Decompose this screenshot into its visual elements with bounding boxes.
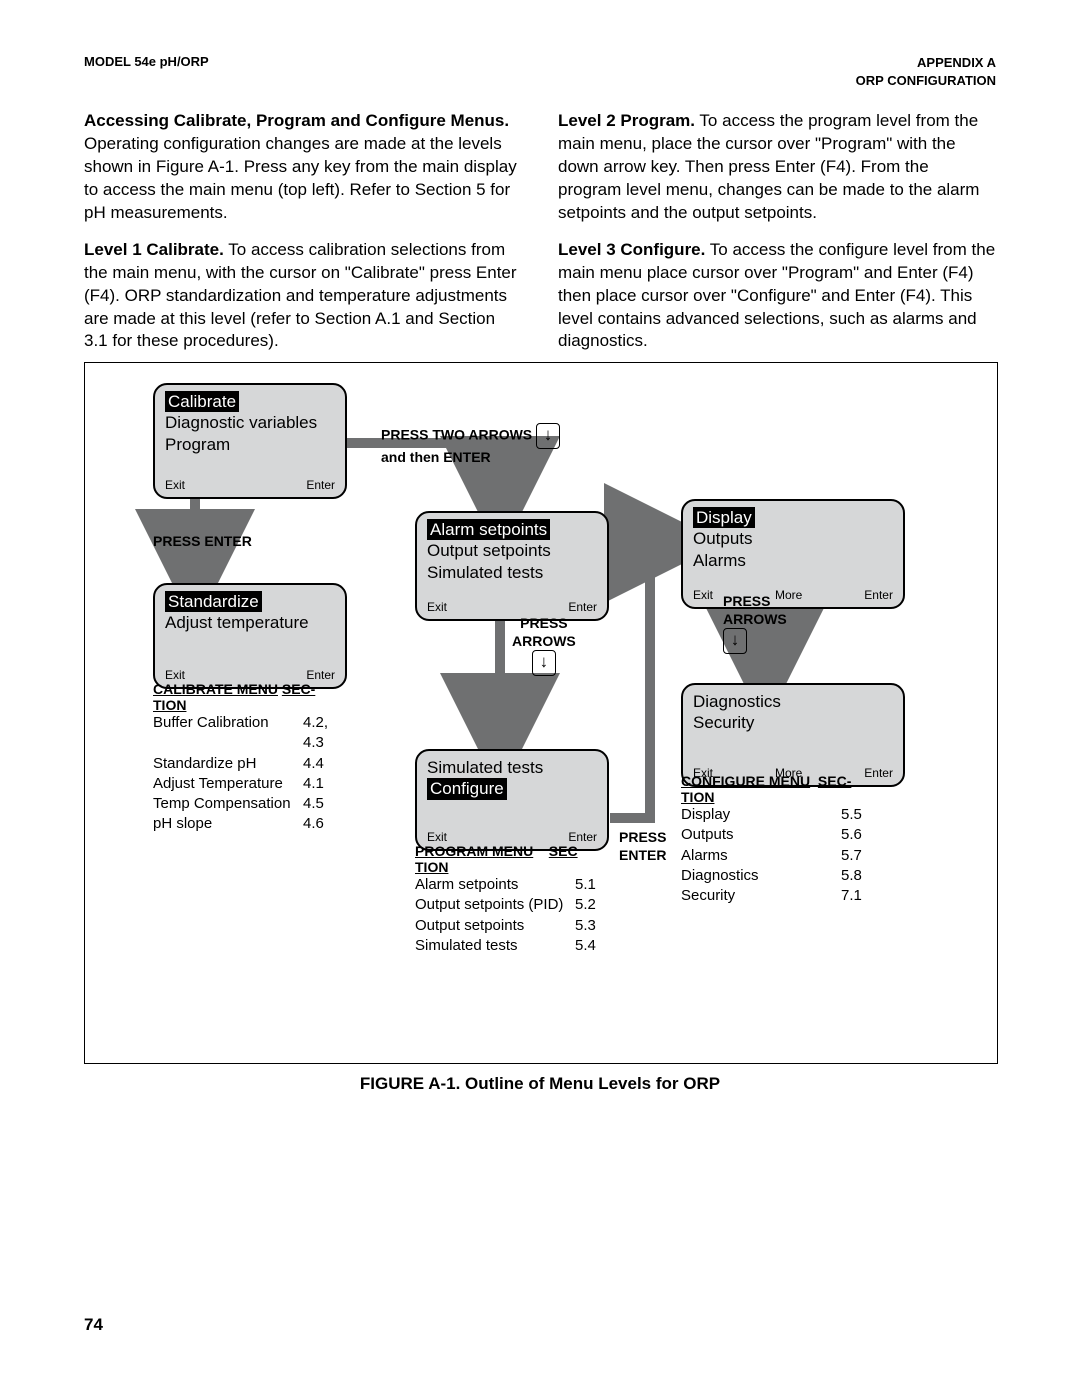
header-right-1: APPENDIX A: [856, 54, 996, 72]
diag-l2: Security: [693, 712, 893, 733]
table-row: pH slope4.6: [153, 814, 353, 834]
label-press-enter-left: PRESS ENTER: [153, 533, 252, 551]
cal-l2: Adjust temperature: [165, 612, 335, 633]
main-l3: Program: [165, 434, 335, 455]
table-row: Alarms5.7: [681, 846, 891, 866]
cal-sel: Standardize: [165, 591, 262, 612]
screen-calibrate: Standardize Adjust temperature ExitEnter: [153, 583, 347, 689]
main-sel: Calibrate: [165, 391, 239, 412]
down-arrow-icon: ↓: [532, 650, 556, 676]
header-right: APPENDIX A ORP CONFIGURATION: [856, 54, 996, 89]
table-row: Alarm setpoints5.1: [415, 875, 625, 895]
diagram-frame: Calibrate Diagnostic variables Program E…: [84, 362, 998, 1064]
table-row: Diagnostics5.8: [681, 866, 891, 886]
right-p2: Level 3 Configure. To access the configu…: [558, 239, 996, 354]
table-row: Simulated tests5.4: [415, 936, 625, 956]
main-l2: Diagnostic variables: [165, 412, 335, 433]
label-press-arrows-right: PRESS ARROWS ↓: [723, 593, 787, 654]
table-row: Output setpoints (PID)5.2: [415, 895, 625, 915]
table-row: Standardize pH4.4: [153, 754, 353, 774]
prog-sel: Alarm setpoints: [427, 519, 550, 540]
body-columns: Accessing Calibrate, Program and Configu…: [84, 110, 996, 367]
program-menu-table: PROGRAM MENU SEC TION Alarm setpoints5.1…: [415, 843, 625, 956]
left-column: Accessing Calibrate, Program and Configu…: [84, 110, 522, 367]
label-press-arrows-mid: PRESS ARROWS ↓: [512, 615, 576, 676]
screen-main-menu: Calibrate Diagnostic variables Program E…: [153, 383, 347, 499]
down-arrow-icon: ↓: [536, 423, 560, 449]
label-press-enter-right: PRESS ENTER: [619, 829, 666, 864]
disp-l2: Outputs: [693, 528, 893, 549]
screen-display: Display Outputs Alarms ExitMoreEnter: [681, 499, 905, 609]
table-row: Buffer Calibration4.2, 4.3: [153, 713, 353, 754]
figure-caption: FIGURE A-1. Outline of Menu Levels for O…: [84, 1074, 996, 1094]
right-column: Level 2 Program. To access the program l…: [558, 110, 996, 367]
left-p2: Level 1 Calibrate. To access calibration…: [84, 239, 522, 354]
prog-l3: Simulated tests: [427, 562, 597, 583]
configure-menu-table: CONFIGURE MENU SEC- TION Display5.5Outpu…: [681, 773, 891, 906]
page-number: 74: [84, 1315, 103, 1335]
table-row: Output setpoints5.3: [415, 916, 625, 936]
sim-sel: Configure: [427, 778, 507, 799]
table-row: Adjust Temperature4.1: [153, 774, 353, 794]
header-right-2: ORP CONFIGURATION: [856, 72, 996, 90]
down-arrow-icon: ↓: [723, 628, 747, 654]
screen-program: Alarm setpoints Output setpoints Simulat…: [415, 511, 609, 621]
calibrate-menu-table: CALIBRATE MENU SEC- TION Buffer Calibrat…: [153, 681, 353, 835]
header-left: MODEL 54e pH/ORP: [84, 54, 209, 69]
screen-configure: Simulated tests Configure ExitEnter: [415, 749, 609, 851]
disp-l3: Alarms: [693, 550, 893, 571]
table-row: Outputs5.6: [681, 825, 891, 845]
table-row: Security7.1: [681, 886, 891, 906]
label-press-two-arrows: PRESS TWO ARROWS ↓ and then ENTER: [381, 423, 560, 467]
left-p1: Accessing Calibrate, Program and Configu…: [84, 110, 522, 225]
table-row: Display5.5: [681, 805, 891, 825]
table-row: Temp Compensation4.5: [153, 794, 353, 814]
diag-l1: Diagnostics: [693, 691, 893, 712]
sim-l1: Simulated tests: [427, 757, 597, 778]
prog-l2: Output setpoints: [427, 540, 597, 561]
screen-diagnostics: Diagnostics Security ExitMoreEnter: [681, 683, 905, 787]
right-p1: Level 2 Program. To access the program l…: [558, 110, 996, 225]
disp-sel: Display: [693, 507, 755, 528]
